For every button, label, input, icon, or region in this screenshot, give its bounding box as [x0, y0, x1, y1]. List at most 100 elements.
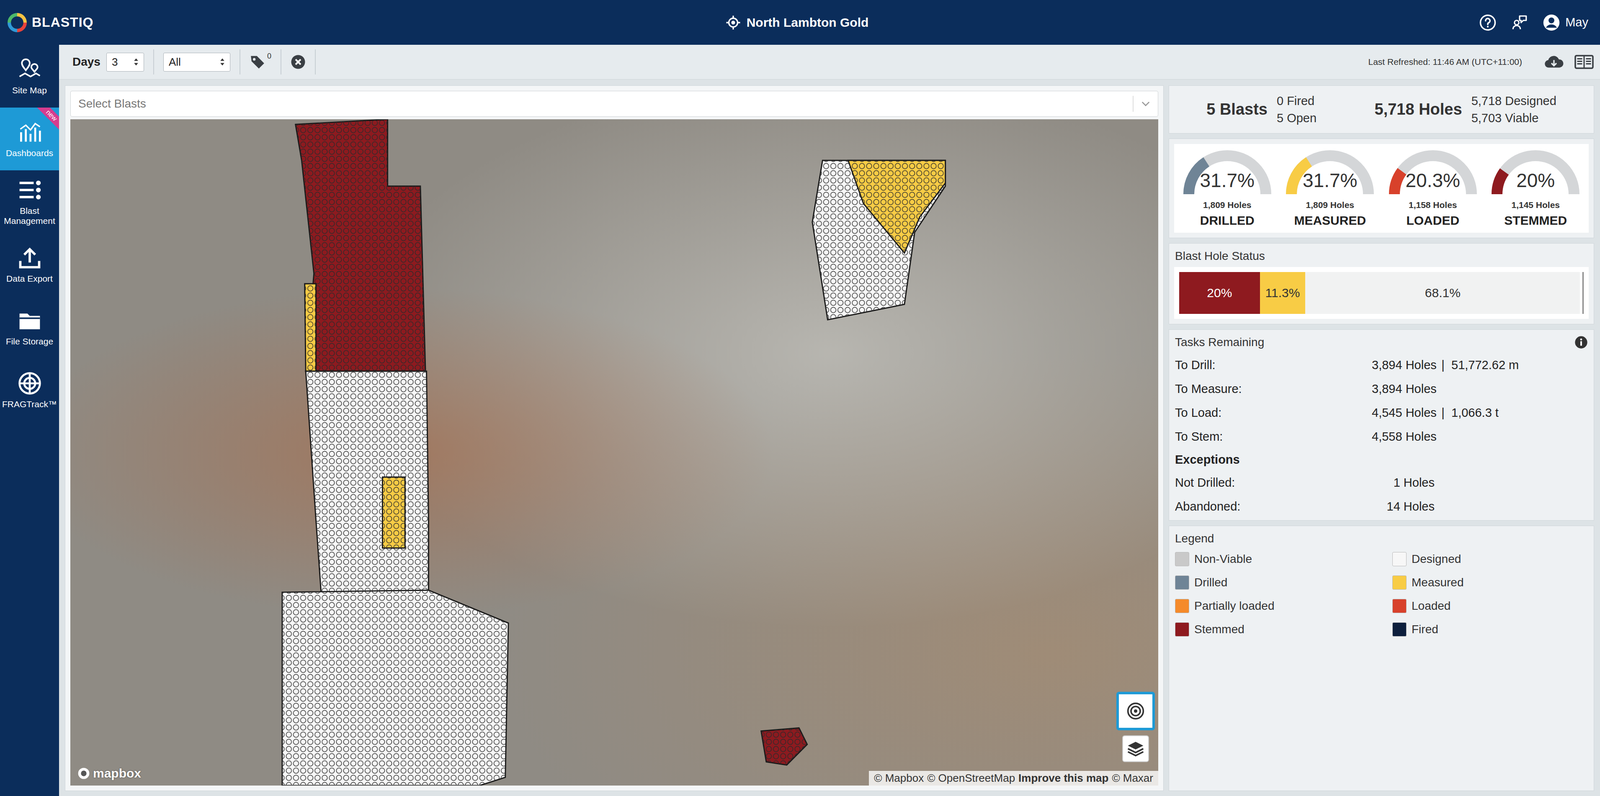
- clear-circle-icon: [290, 54, 306, 70]
- legend-label: Partially loaded: [1194, 599, 1275, 614]
- gauge-label: STEMMED: [1504, 213, 1567, 228]
- legend-item: Measured: [1392, 575, 1588, 591]
- measured-blast-east[interactable]: [847, 160, 946, 253]
- sidebar-item[interactable]: Blast Management: [0, 170, 60, 234]
- clear-filters[interactable]: [281, 49, 316, 75]
- task-separator: |: [1434, 406, 1452, 420]
- status-segment[interactable]: 11.3%: [1259, 272, 1306, 315]
- tag-icon: [249, 54, 266, 70]
- layers-button[interactable]: [1122, 735, 1150, 763]
- measured-strip[interactable]: [304, 283, 317, 372]
- sidebar-label: FRAGTrack™: [2, 399, 57, 410]
- gauge: 31.7%1,809 HolesMEASURED: [1280, 148, 1380, 228]
- help-icon[interactable]: [1478, 13, 1497, 32]
- status-filter: All: [154, 49, 241, 75]
- blasts-summary: 5 Blasts0 Fired5 Open: [1206, 92, 1317, 127]
- select-arrows-icon: [219, 57, 225, 67]
- exception-value: 1 Holes: [1371, 476, 1435, 490]
- sidebar-label: Blast Management: [1, 206, 58, 227]
- task-extra: 51,772.62 m: [1451, 358, 1588, 373]
- designed-blast-east[interactable]: [812, 160, 946, 320]
- holes-summary: 5,718 Holes5,718 Designed5,703 Viable: [1374, 92, 1557, 127]
- attribution-link[interactable]: Improve this map: [1018, 772, 1109, 786]
- sidebar-item[interactable]: Data Export: [0, 233, 60, 297]
- brand[interactable]: BLASTIQ: [5, 11, 726, 34]
- measured-patch[interactable]: [382, 477, 405, 549]
- exception-gap: [1434, 499, 1452, 514]
- legend-item: Loaded: [1392, 599, 1588, 614]
- select-divider: [1132, 95, 1134, 112]
- user-menu[interactable]: May: [1542, 13, 1589, 32]
- exception-label: Not Drilled:: [1174, 476, 1372, 490]
- status-select[interactable]: All: [163, 52, 231, 72]
- summary-card: 5 Blasts0 Fired5 Open 5,718 Holes5,718 De…: [1168, 85, 1595, 134]
- legend-swatch: [1174, 552, 1190, 567]
- brand-name: BLASTIQ: [31, 14, 94, 31]
- hole-status-title: Blast Hole Status: [1174, 243, 1589, 268]
- gauge-holes: 1,809 Holes: [1305, 200, 1355, 211]
- fired-count: 0 Fired: [1276, 92, 1317, 110]
- status-value: All: [168, 55, 181, 69]
- legend-label: Stemmed: [1194, 623, 1245, 637]
- tasks-title: Tasks Remaining: [1174, 335, 1265, 350]
- status-segment[interactable]: 20%: [1179, 272, 1260, 315]
- chevron-down-icon: [1141, 100, 1151, 107]
- attribution-link[interactable]: © OpenStreetMap: [927, 772, 1016, 786]
- legend-item: Designed: [1392, 552, 1588, 567]
- new-badge: new: [36, 107, 60, 131]
- sidebar-label: Data Export: [6, 273, 53, 284]
- spiral-target-icon: [1126, 702, 1145, 721]
- tag-count: 0: [267, 51, 272, 61]
- info-icon[interactable]: [1574, 335, 1588, 350]
- attribution-link[interactable]: © Maxar: [1111, 772, 1154, 786]
- designed-blast-south[interactable]: [282, 590, 509, 786]
- legend-label: Measured: [1411, 576, 1464, 590]
- open-count: 5 Open: [1276, 109, 1317, 127]
- exceptions-list: Not Drilled:1 HolesAbandoned:14 Holes: [1174, 476, 1588, 514]
- tag-filter[interactable]: 0: [240, 49, 282, 75]
- task-label: To Load:: [1174, 406, 1372, 420]
- blast-select[interactable]: Select Blasts: [70, 90, 1159, 117]
- map-pins-icon: [16, 56, 44, 83]
- days-input[interactable]: 3: [106, 52, 145, 72]
- gauge-label: MEASURED: [1293, 213, 1366, 228]
- satellite-map[interactable]: mapbox © Mapbox© OpenStreetMapImprove thi…: [70, 119, 1159, 786]
- sidebar-item[interactable]: FRAGTrack™: [0, 358, 60, 422]
- legend-swatch: [1392, 575, 1407, 591]
- sidebar-item[interactable]: Site Map: [0, 44, 60, 108]
- exception-label: Abandoned:: [1174, 499, 1372, 514]
- days-value: 3: [111, 55, 118, 69]
- sidebar-item[interactable]: File Storage: [0, 296, 60, 359]
- attribution-link[interactable]: © Mapbox: [873, 772, 924, 786]
- status-segment[interactable]: 68.1%: [1305, 272, 1580, 315]
- site-name: North Lambton Gold: [746, 15, 869, 30]
- stemmed-blast[interactable]: [295, 119, 426, 372]
- stemmed-blob[interactable]: [761, 728, 808, 766]
- task-value: 4,545 Holes: [1371, 406, 1435, 420]
- layers-icon: [1126, 739, 1145, 759]
- guide-book-icon[interactable]: [1574, 54, 1595, 70]
- site-selector[interactable]: North Lambton Gold: [725, 15, 869, 31]
- gauges: 31.7%1,809 HolesDRILLED31.7%1,809 HolesM…: [1174, 144, 1589, 233]
- gauge-holes: 1,145 Holes: [1511, 200, 1560, 211]
- cloud-download-icon[interactable]: [1543, 54, 1564, 70]
- gauge: 31.7%1,809 HolesDRILLED: [1177, 148, 1277, 228]
- legend-swatch: [1392, 622, 1407, 637]
- gauge-percent: 20.3%: [1386, 169, 1480, 192]
- days-filter: Days3: [63, 49, 155, 75]
- user-name: May: [1565, 15, 1589, 30]
- support-chat-icon[interactable]: [1510, 13, 1529, 32]
- legend-item: Drilled: [1174, 575, 1393, 591]
- legend-label: Loaded: [1411, 599, 1451, 614]
- legend-label: Designed: [1411, 552, 1461, 567]
- legend-swatch: [1392, 552, 1407, 567]
- sidebar-item[interactable]: newDashboards: [0, 107, 60, 171]
- task-value: 3,894 Holes: [1371, 382, 1435, 397]
- locate-button[interactable]: [1116, 692, 1155, 731]
- mapbox-logo[interactable]: mapbox: [77, 766, 142, 781]
- task-label: To Drill:: [1174, 358, 1372, 373]
- designed-blast[interactable]: [305, 371, 429, 593]
- legend-item: Stemmed: [1174, 622, 1393, 637]
